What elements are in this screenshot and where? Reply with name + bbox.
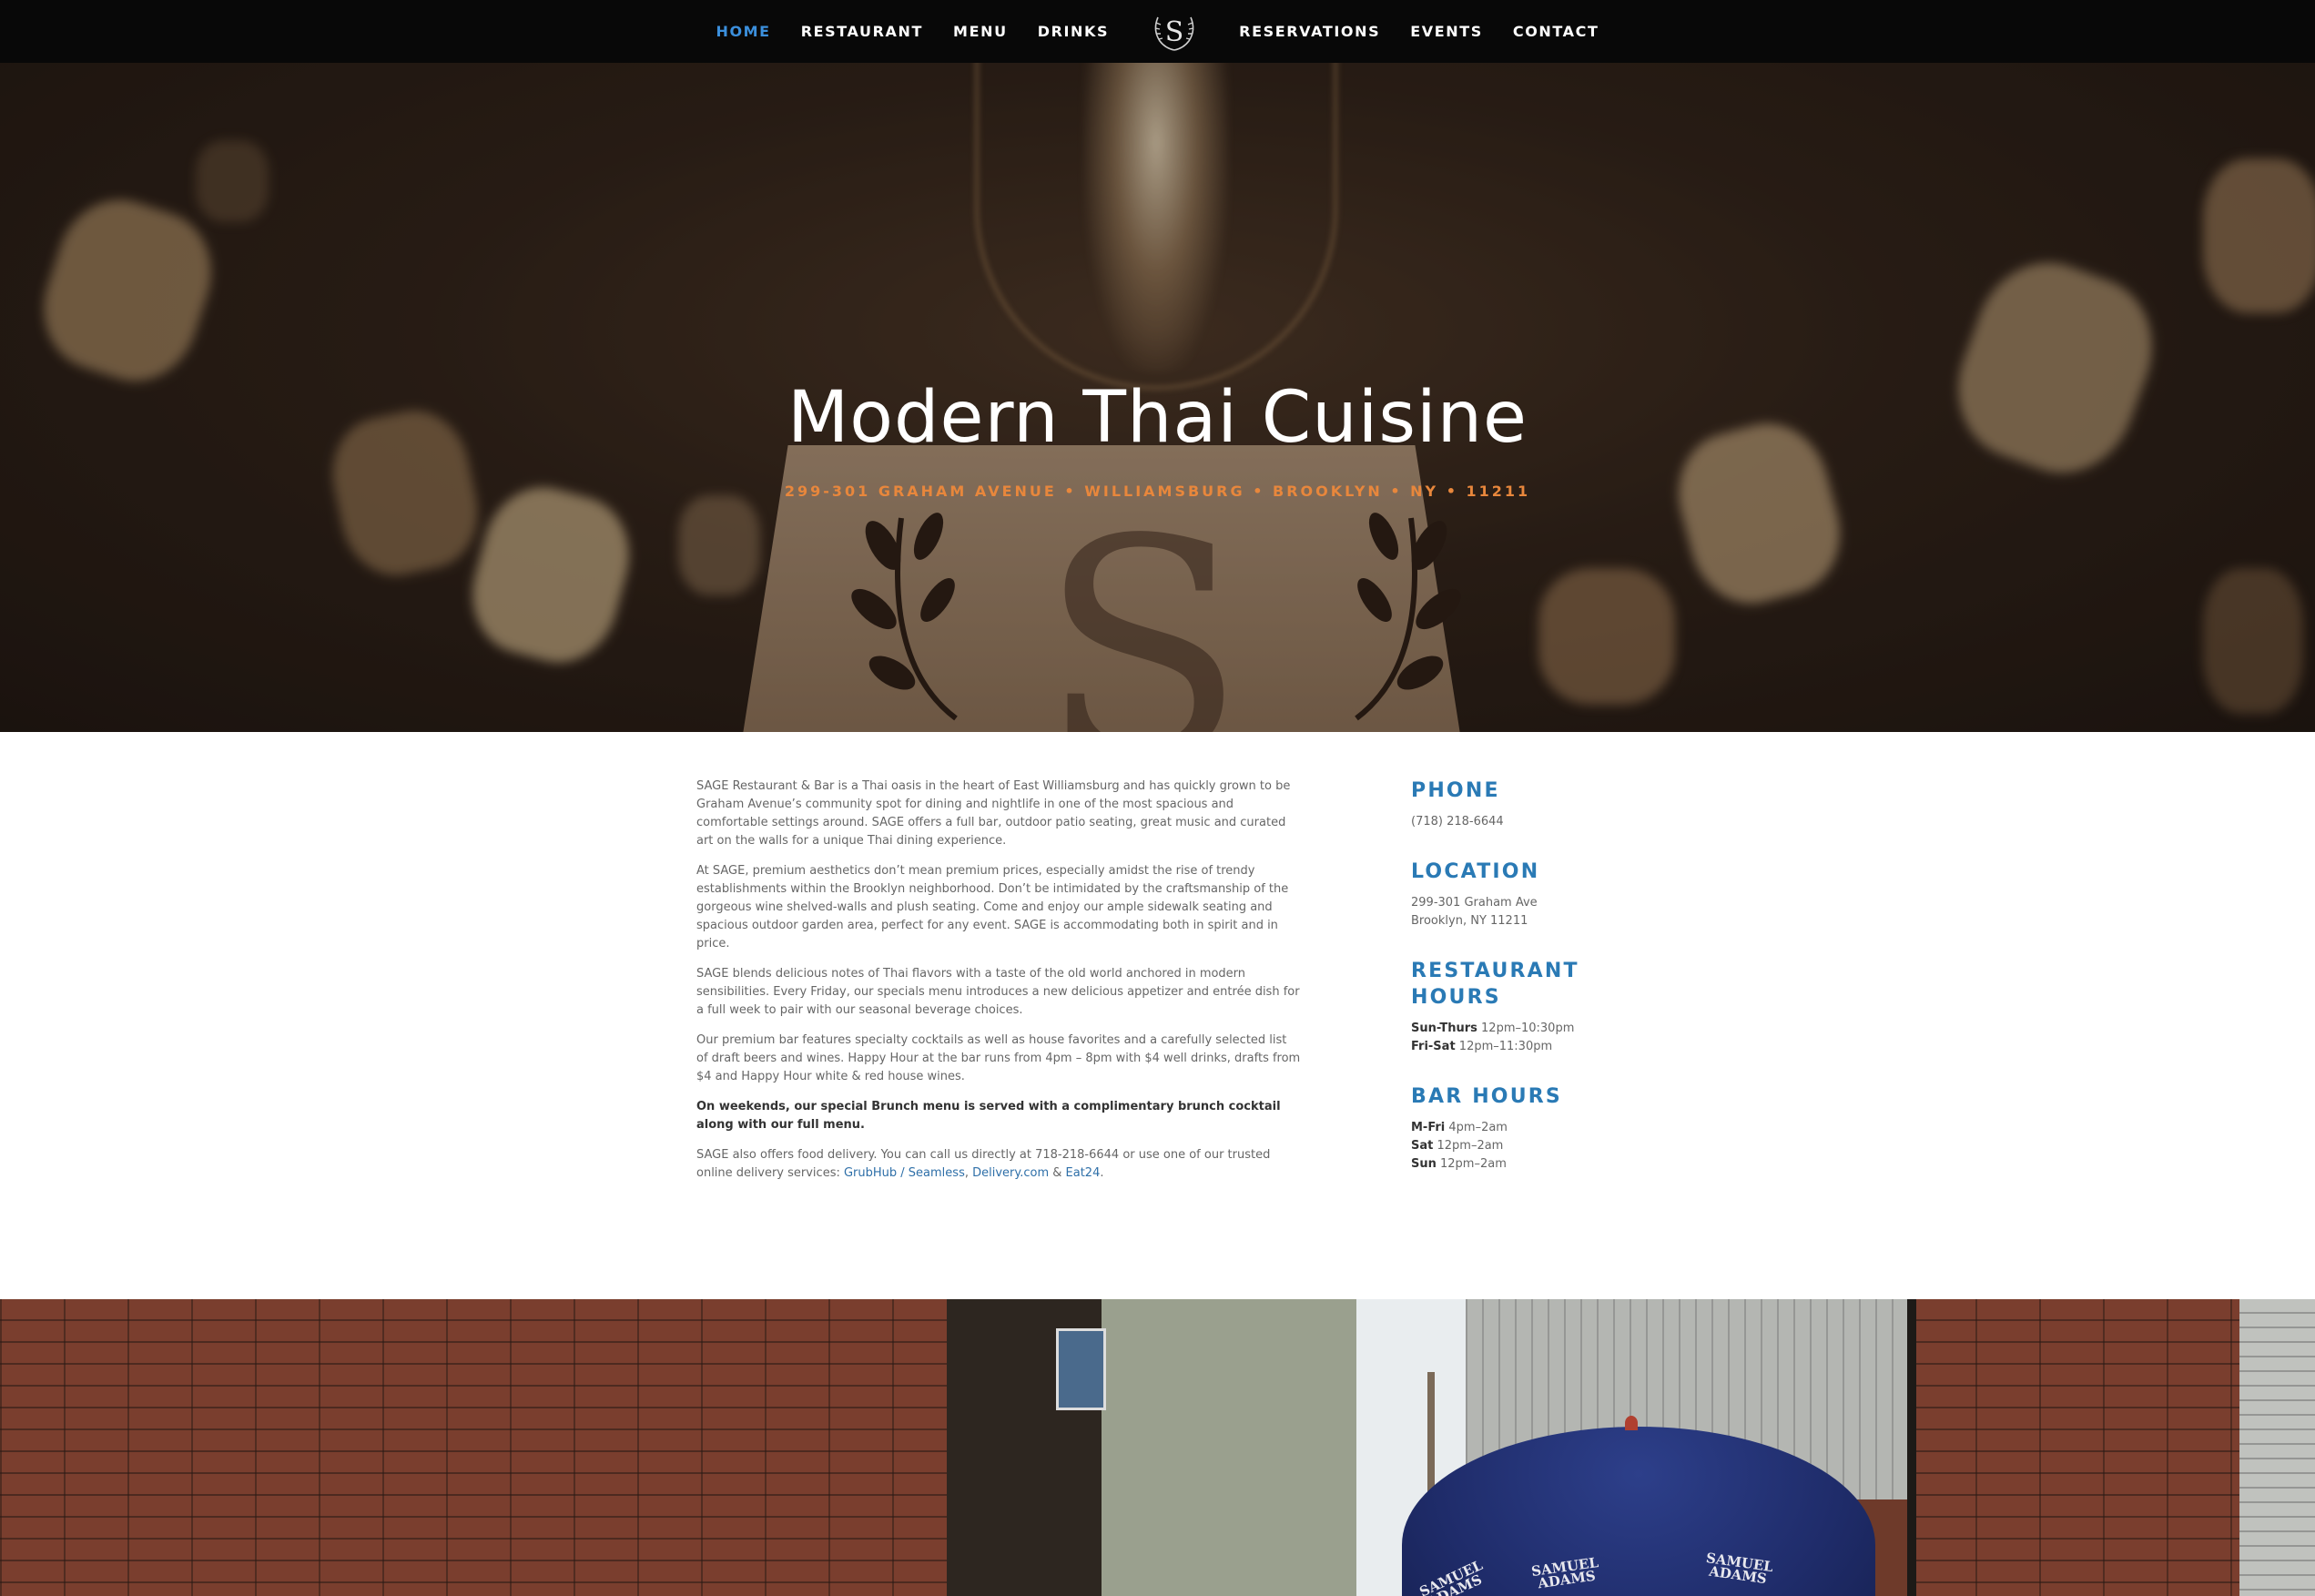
hero-address: 299-301 GRAHAM AVENUE • WILLIAMSBURG • B… bbox=[784, 483, 1531, 500]
grubhub-link[interactable]: GrubHub / Seamless bbox=[844, 1166, 965, 1180]
hours-time: 12pm–10:30pm bbox=[1477, 1022, 1575, 1035]
nav-drinks[interactable]: DRINKS bbox=[1038, 23, 1109, 40]
nav-home[interactable]: HOME bbox=[716, 23, 770, 40]
restaurant-hours-heading: RESTAURANT HOURS bbox=[1411, 958, 1611, 1011]
brick-wall bbox=[0, 1299, 947, 1596]
about-paragraph: SAGE Restaurant & Bar is a Thai oasis in… bbox=[696, 779, 1291, 848]
about-paragraph: Our premium bar features specialty cockt… bbox=[696, 1033, 1301, 1083]
sage-logo-icon: S bbox=[1154, 16, 1193, 51]
hours-day: Sun bbox=[1411, 1157, 1437, 1171]
bar-hours-block: BAR HOURS M-Fri 4pm–2am Sat 12pm–2am Sun… bbox=[1411, 1083, 1611, 1174]
phone-block: PHONE (718) 218-6644 bbox=[1411, 778, 1611, 831]
nav-right-group: RESERVATIONS EVENTS CONTACT bbox=[1239, 23, 1599, 40]
nav-reservations[interactable]: RESERVATIONS bbox=[1239, 23, 1380, 40]
delivery-paragraph: SAGE also offers food delivery. You can … bbox=[696, 1146, 1302, 1183]
location-line: Brooklyn, NY 11211 bbox=[1411, 914, 1528, 928]
location-line: 299-301 Graham Ave bbox=[1411, 896, 1538, 910]
location-block: LOCATION 299-301 Graham Ave Brooklyn, NY… bbox=[1411, 859, 1611, 930]
nav-events[interactable]: EVENTS bbox=[1410, 23, 1483, 40]
hours-row: Sun-Thurs 12pm–10:30pm bbox=[1411, 1020, 1611, 1038]
hours-time: 12pm–2am bbox=[1436, 1157, 1507, 1171]
nav-restaurant[interactable]: RESTAURANT bbox=[801, 23, 923, 40]
hours-day: Fri-Sat bbox=[1411, 1040, 1456, 1053]
separator: , bbox=[964, 1166, 973, 1180]
hours-day: M-Fri bbox=[1411, 1121, 1446, 1134]
bar-hours-heading: BAR HOURS bbox=[1411, 1085, 1562, 1108]
info-sidebar: PHONE (718) 218-6644 LOCATION 299-301 Gr… bbox=[1411, 778, 1611, 1201]
location-heading: LOCATION bbox=[1411, 860, 1540, 883]
drain-pipe bbox=[1907, 1299, 1916, 1596]
heading-line: RESTAURANT bbox=[1411, 960, 1579, 982]
nav-left-group: HOME RESTAURANT MENU DRINKS bbox=[716, 23, 1109, 40]
separator: & bbox=[1049, 1166, 1066, 1180]
nav-contact[interactable]: CONTACT bbox=[1513, 23, 1599, 40]
about-section: SAGE Restaurant & Bar is a Thai oasis in… bbox=[0, 732, 2315, 1299]
hero-banner: S Modern Thai Cuisine 299-301 GRAHAM AVE… bbox=[0, 63, 2315, 732]
hours-day: Sun-Thurs bbox=[1411, 1022, 1477, 1035]
hours-row: Fri-Sat 12pm–11:30pm bbox=[1411, 1038, 1611, 1056]
sage-logo[interactable]: S bbox=[1109, 0, 1239, 63]
period: . bbox=[1100, 1166, 1104, 1180]
hours-time: 4pm–2am bbox=[1445, 1121, 1508, 1134]
nav-menu[interactable]: MENU bbox=[953, 23, 1008, 40]
restaurant-hours-block: RESTAURANT HOURS Sun-Thurs 12pm–10:30pm F… bbox=[1411, 958, 1611, 1056]
eat24-link[interactable]: Eat24 bbox=[1066, 1166, 1101, 1180]
hours-time: 12pm–11:30pm bbox=[1455, 1040, 1553, 1053]
hero-title: Modern Thai Cuisine bbox=[787, 377, 1528, 459]
hours-row: M-Fri 4pm–2am bbox=[1411, 1119, 1611, 1137]
phone-number[interactable]: (718) 218-6644 bbox=[1411, 813, 1611, 831]
hours-time: 12pm–2am bbox=[1433, 1139, 1504, 1153]
phone-heading: PHONE bbox=[1411, 779, 1500, 802]
siding-wall bbox=[2239, 1299, 2315, 1596]
heading-line: HOURS bbox=[1411, 986, 1501, 1009]
about-paragraph: SAGE blends delicious notes of Thai flav… bbox=[696, 967, 1300, 1017]
svg-text:S: S bbox=[1164, 16, 1183, 48]
hours-row: Sun 12pm–2am bbox=[1411, 1155, 1611, 1174]
umbrella-finial bbox=[1625, 1416, 1638, 1430]
hours-day: Sat bbox=[1411, 1139, 1434, 1153]
about-paragraph: At SAGE, premium aesthetics don’t mean p… bbox=[696, 864, 1289, 950]
window bbox=[1056, 1328, 1106, 1410]
brunch-paragraph: On weekends, our special Brunch menu is … bbox=[696, 1100, 1281, 1132]
top-navigation: HOME RESTAURANT MENU DRINKS S RESERVATIO… bbox=[0, 0, 2315, 63]
hours-row: Sat 12pm–2am bbox=[1411, 1137, 1611, 1155]
about-text: SAGE Restaurant & Bar is a Thai oasis in… bbox=[696, 778, 1302, 1194]
brick-wall bbox=[1912, 1299, 2239, 1596]
patio-photo: SAMUEL ADAMS SAMUEL ADAMS SAMUEL ADAMS bbox=[0, 1299, 2315, 1596]
delivery-com-link[interactable]: Delivery.com bbox=[972, 1166, 1049, 1180]
